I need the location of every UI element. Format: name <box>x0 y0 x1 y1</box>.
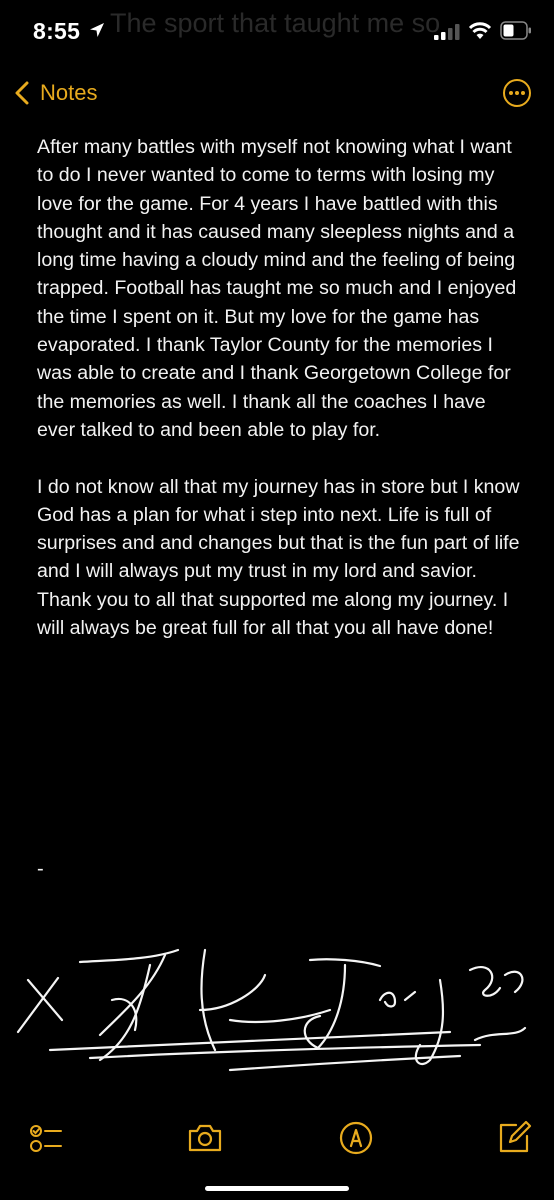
home-indicator[interactable] <box>205 1186 349 1191</box>
back-button[interactable]: Notes <box>14 80 97 106</box>
cellular-signal-icon <box>434 24 460 40</box>
chevron-left-icon <box>15 81 29 105</box>
handwritten-signature <box>16 948 527 1072</box>
status-bar: The sport that taught me so much 8:55 <box>0 0 554 70</box>
checklist-icon[interactable] <box>28 1120 64 1156</box>
bottom-toolbar <box>0 1120 554 1180</box>
camera-icon[interactable] <box>185 1120 225 1156</box>
note-paragraph: I do not know all that my journey has in… <box>37 475 520 640</box>
wifi-icon <box>468 22 492 39</box>
navigation-bar: Notes <box>0 74 554 118</box>
location-arrow-icon <box>90 23 104 37</box>
note-body[interactable]: After many battles with myself not knowi… <box>37 133 525 642</box>
note-dash: - <box>37 858 44 880</box>
status-time: 8:55 <box>33 18 81 44</box>
ghost-title-text: The sport that taught me so much <box>110 8 440 38</box>
compose-icon[interactable] <box>496 1120 532 1156</box>
note-paragraph: After many battles with myself not knowi… <box>37 136 517 441</box>
back-label: Notes <box>40 80 98 105</box>
battery-icon <box>500 21 531 40</box>
more-ellipsis-icon[interactable] <box>502 78 532 108</box>
markup-pen-icon[interactable] <box>338 1120 374 1156</box>
